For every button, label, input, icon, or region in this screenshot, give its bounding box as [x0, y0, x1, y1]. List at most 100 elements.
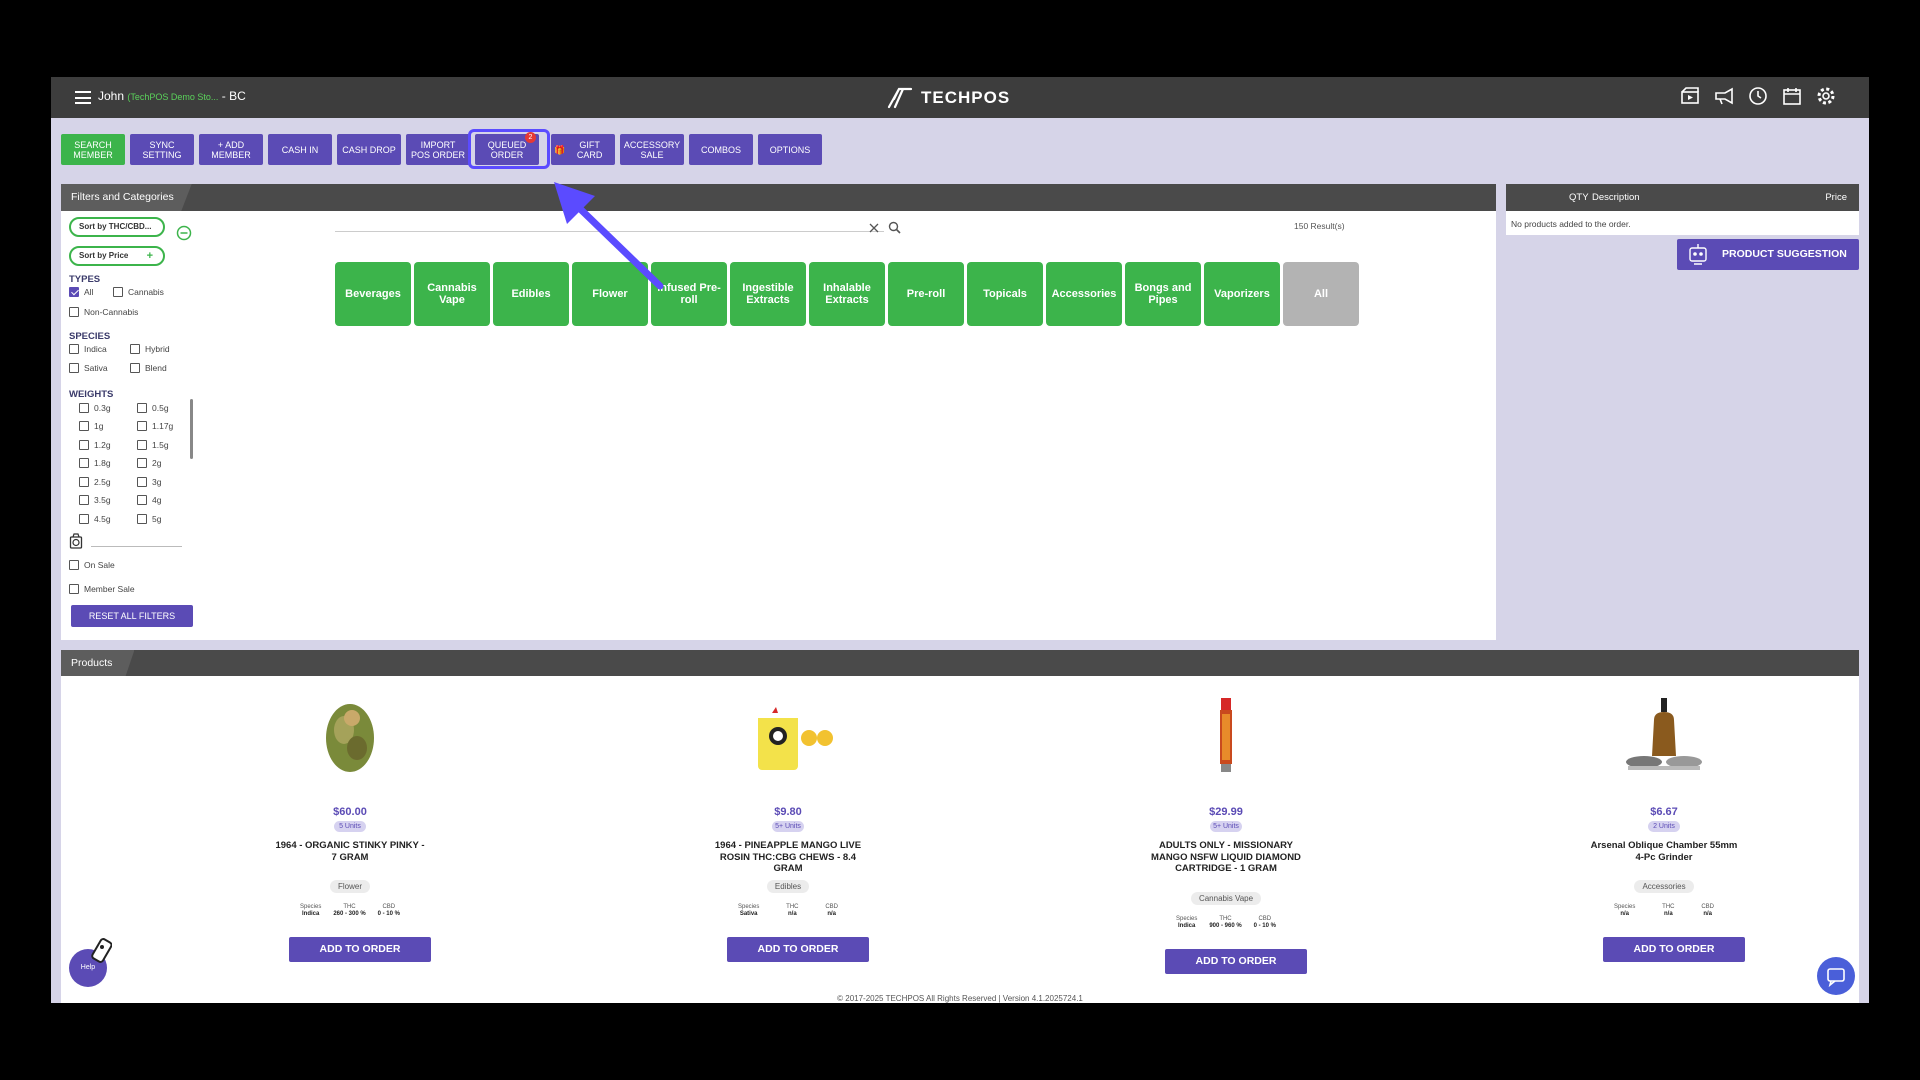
- gift-card-button[interactable]: 🎁 GIFT CARD: [551, 134, 615, 165]
- category-preroll[interactable]: Pre-roll: [888, 262, 964, 326]
- sort-thc-button[interactable]: Sort by THC/CBD...: [69, 217, 165, 237]
- category-vaporizers[interactable]: Vaporizers: [1204, 262, 1280, 326]
- sync-setting-button[interactable]: SYNC SETTING: [130, 134, 194, 165]
- clear-icon[interactable]: [869, 223, 879, 233]
- add-to-order-button[interactable]: ADD TO ORDER: [1165, 949, 1307, 974]
- on-sale-checkbox[interactable]: On Sale: [69, 560, 115, 570]
- category-infused-preroll[interactable]: Infused Pre-roll: [651, 262, 727, 326]
- member-sale-checkbox[interactable]: Member Sale: [69, 584, 135, 594]
- weight-checkbox[interactable]: 5g: [137, 514, 161, 524]
- add-to-order-button[interactable]: ADD TO ORDER: [727, 937, 869, 962]
- product-name: Arsenal Oblique Chamber 55mm 4-Pc Grinde…: [1590, 840, 1738, 863]
- weight-checkbox[interactable]: 2.5g: [79, 477, 111, 487]
- weight-checkbox[interactable]: 0.5g: [137, 403, 169, 413]
- category-accessories[interactable]: Accessories: [1046, 262, 1122, 326]
- cash-in-button[interactable]: CASH IN: [268, 134, 332, 165]
- add-member-button[interactable]: + ADD MEMBER: [199, 134, 263, 165]
- combos-button[interactable]: COMBOS: [689, 134, 753, 165]
- weight-checkbox[interactable]: 3.5g: [79, 495, 111, 505]
- weight-checkbox[interactable]: 1.8g: [79, 458, 111, 468]
- weight-checkbox[interactable]: 2g: [137, 458, 161, 468]
- species-indica-checkbox[interactable]: Indica: [69, 344, 107, 354]
- product-card[interactable]: $60.00 5 Units 1964 - ORGANIC STINKY PIN…: [250, 676, 450, 976]
- robot-icon: [1689, 244, 1707, 265]
- search-input[interactable]: [335, 231, 884, 232]
- weight-checkbox[interactable]: 1.5g: [137, 440, 169, 450]
- species-sativa-checkbox[interactable]: Sativa: [69, 363, 108, 373]
- search-member-button[interactable]: SEARCH MEMBER: [61, 134, 125, 165]
- spec-cbd-label: CBD: [382, 904, 396, 910]
- category-flower[interactable]: Flower: [572, 262, 648, 326]
- video-icon[interactable]: [1679, 85, 1701, 107]
- category-beverages[interactable]: Beverages: [335, 262, 411, 326]
- category-bongs-pipes[interactable]: Bongs and Pipes: [1125, 262, 1201, 326]
- spec-species: Species n/a: [1614, 904, 1635, 918]
- add-to-order-button[interactable]: ADD TO ORDER: [1603, 937, 1745, 962]
- sync-line1: SYNC: [149, 139, 175, 150]
- product-suggestion-button[interactable]: PRODUCT SUGGESTION: [1677, 239, 1859, 270]
- filters-title: Filters and Categories: [61, 184, 192, 211]
- weight-label: 0.5g: [152, 403, 169, 413]
- category-cannabis-vape[interactable]: Cannabis Vape: [414, 262, 490, 326]
- search-member-line2: MEMBER: [73, 149, 113, 160]
- species-blend-checkbox[interactable]: Blend: [130, 363, 167, 373]
- app-window: John (TechPOS Demo Sto... - BC TECHPOS S…: [51, 77, 1869, 1003]
- category-inhalable-extracts[interactable]: Inhalable Extracts: [809, 262, 885, 326]
- sort-price-button[interactable]: Sort by Price +: [69, 246, 165, 266]
- weight-checkbox[interactable]: 4g: [137, 495, 161, 505]
- product-card[interactable]: $9.80 5+ Units 1964 - PINEAPPLE MANGO LI…: [688, 676, 888, 976]
- weight-checkbox[interactable]: 1.17g: [137, 421, 173, 431]
- category-all[interactable]: All: [1283, 262, 1359, 326]
- spec-cbd-label: CBD: [1701, 904, 1714, 910]
- spec-thc-label: THC: [1219, 916, 1232, 922]
- clock-icon[interactable]: [1747, 85, 1769, 107]
- type-all-checkbox[interactable]: All: [69, 287, 93, 297]
- spec-species-label: Species: [300, 904, 322, 910]
- minus-circle-icon[interactable]: [176, 225, 192, 241]
- product-units: 5+ Units: [772, 821, 804, 832]
- species-hybrid-checkbox[interactable]: Hybrid: [130, 344, 170, 354]
- weight-checkbox[interactable]: 4.5g: [79, 514, 111, 524]
- weight-label: 5g: [152, 514, 162, 524]
- accessory-sale-button[interactable]: ACCESSORY SALE: [620, 134, 684, 165]
- weight-checkbox[interactable]: 1.2g: [79, 440, 111, 450]
- weight-checkbox[interactable]: 3g: [137, 477, 161, 487]
- weight-checkbox[interactable]: 0.3g: [79, 403, 111, 413]
- weight-label: 4.5g: [94, 514, 111, 524]
- accessory-line1: ACCESSORY: [623, 139, 681, 150]
- add-to-order-button[interactable]: ADD TO ORDER: [289, 937, 431, 962]
- spec-thc-value: 900 - 960 %: [1209, 923, 1242, 929]
- calendar-icon[interactable]: [1781, 85, 1803, 107]
- type-cannabis-checkbox[interactable]: Cannabis: [113, 287, 164, 297]
- category-edibles[interactable]: Edibles: [493, 262, 569, 326]
- weight-label: 0.3g: [94, 403, 111, 413]
- cash-drop-button[interactable]: CASH DROP: [337, 134, 401, 165]
- megaphone-icon[interactable]: [1713, 85, 1735, 107]
- weights-scrollbar[interactable]: [190, 399, 193, 459]
- reset-filters-button[interactable]: RESET ALL FILTERS: [71, 605, 193, 627]
- product-card[interactable]: $29.99 5+ Units ADULTS ONLY - MISSIONARY…: [1126, 676, 1326, 976]
- product-price: $29.99: [1209, 806, 1243, 818]
- import-pos-order-button[interactable]: IMPORT POS ORDER: [406, 134, 470, 165]
- store-name: (TechPOS Demo Sto...: [127, 92, 219, 102]
- weight-checkbox[interactable]: 1g: [79, 421, 103, 431]
- product-card[interactable]: $6.67 2 Units Arsenal Oblique Chamber 55…: [1564, 676, 1764, 976]
- weight-label: 1.5g: [152, 440, 169, 450]
- type-noncannabis-checkbox[interactable]: Non-Cannabis: [69, 307, 138, 317]
- chat-button[interactable]: [1817, 957, 1855, 995]
- import-line2: POS ORDER: [410, 149, 465, 160]
- product-type-label: Accessories: [1634, 880, 1694, 893]
- weight-label: 3g: [152, 477, 162, 487]
- category-ingestible-extracts[interactable]: Ingestible Extracts: [730, 262, 806, 326]
- menu-icon[interactable]: [75, 91, 91, 104]
- category-topicals[interactable]: Topicals: [967, 262, 1043, 326]
- spec-thc-label: THC: [1662, 904, 1675, 910]
- search-icon[interactable]: [888, 221, 901, 234]
- gear-icon[interactable]: [1815, 85, 1837, 107]
- type-all-label: All: [84, 287, 94, 297]
- spec-thc-value: n/a: [1664, 911, 1673, 917]
- import-line1: IMPORT: [420, 139, 456, 150]
- weight-slider-track[interactable]: [91, 546, 182, 547]
- add-member-line1: + ADD: [217, 139, 245, 150]
- options-button[interactable]: OPTIONS: [758, 134, 822, 165]
